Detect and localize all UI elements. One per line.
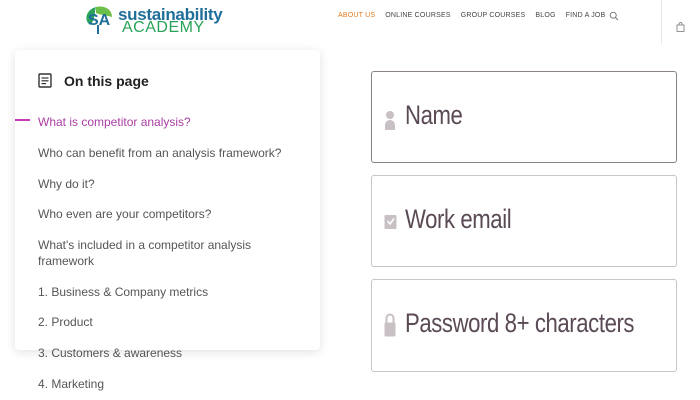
toc-item-business-metrics[interactable]: 1. Business & Company metrics — [38, 284, 208, 300]
header-divider — [661, 0, 662, 44]
toc-item-who-can-benefit[interactable]: Who can benefit from an analysis framewo… — [38, 145, 281, 161]
toc-item-whats-included[interactable]: What's included in a competitor analysis… — [38, 237, 278, 269]
nav-blog[interactable]: BLOG — [535, 12, 555, 19]
toc-item-why-do-it[interactable]: Why do it? — [38, 176, 95, 192]
nav-find-a-job[interactable]: FIND A JOB — [566, 12, 606, 19]
toc-item-who-are-competitors[interactable]: Who even are your competitors? — [38, 206, 211, 222]
toc-card — [15, 50, 320, 350]
logo-text-line2: ACADEMY — [122, 19, 205, 36]
main-nav: ABOUT US ONLINE COURSES GROUP COURSES BL… — [338, 12, 605, 19]
site-logo[interactable]: SA sustainability ACADEMY — [82, 3, 223, 36]
nav-about-us[interactable]: ABOUT US — [338, 12, 375, 19]
search-icon[interactable] — [609, 11, 619, 21]
toc-item-customers-awareness[interactable]: 3. Customers & awareness — [38, 345, 182, 361]
work-email-field[interactable]: Work email — [371, 175, 677, 267]
document-icon — [38, 73, 52, 88]
leaf-sa-logo-icon: SA — [86, 6, 112, 34]
toc-heading: On this page — [64, 73, 149, 89]
work-email-placeholder: Work email — [405, 204, 512, 234]
lock-icon — [384, 313, 396, 337]
name-placeholder: Name — [405, 100, 463, 130]
shopping-bag-icon[interactable] — [676, 22, 685, 32]
toc-item-marketing[interactable]: 4. Marketing — [38, 376, 104, 392]
toc-item-what-is-competitor-analysis[interactable]: What is competitor analysis? — [38, 114, 191, 130]
name-field[interactable]: Name — [371, 71, 677, 163]
nav-group-courses[interactable]: GROUP COURSES — [461, 12, 526, 19]
password-placeholder: Password 8+ characters — [405, 308, 635, 338]
toc-item-product[interactable]: 2. Product — [38, 314, 93, 330]
site-header: SA sustainability ACADEMY ABOUT US ONLIN… — [0, 0, 700, 44]
svg-text:SA: SA — [88, 12, 111, 29]
toc-active-marker — [15, 119, 30, 121]
checkbox-icon — [384, 215, 397, 229]
password-field[interactable]: Password 8+ characters — [371, 279, 677, 372]
nav-online-courses[interactable]: ONLINE COURSES — [385, 12, 450, 19]
person-icon — [385, 111, 395, 130]
